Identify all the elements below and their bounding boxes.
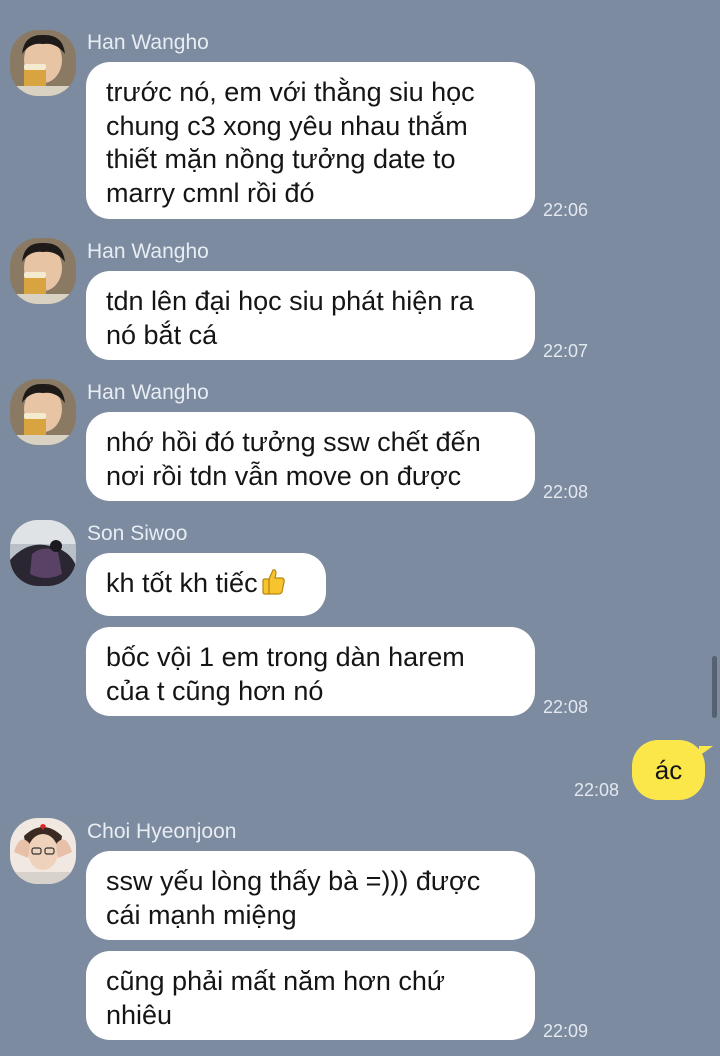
sender-name: Han Wangho: [87, 381, 209, 404]
message-text-line: bốc vội 1 em trong dàn harem: [106, 642, 465, 672]
scrollbar[interactable]: [712, 656, 717, 718]
message-timestamp: 22:09: [543, 1021, 589, 1041]
sender-name: Son Siwoo: [87, 522, 188, 545]
message-text-line: kh tốt kh tiếc: [106, 567, 306, 601]
sender-name: Choi Hyeonjoon: [87, 820, 237, 843]
avatar-choi-hyeonjoon[interactable]: [10, 818, 76, 884]
message-timestamp: 22:08: [543, 697, 589, 717]
message-timestamp: 22:08: [543, 482, 589, 502]
avatar-han-wangho[interactable]: [10, 238, 76, 304]
avatar-han-wangho[interactable]: [10, 379, 76, 445]
message-bubble[interactable]: cũng phải mất năm hơn chứ nhiêu: [86, 951, 535, 1040]
sender-name: Han Wangho: [87, 240, 209, 263]
thumbs-up-icon: [261, 569, 285, 595]
message-bubble[interactable]: trước nó, em với thằng siu học chung c3 …: [86, 62, 535, 219]
avatar-photo-icon: [10, 379, 76, 445]
message-text: kh tốt kh tiếc: [106, 568, 258, 598]
message-text-line: marry cmnl rồi đó: [106, 177, 315, 208]
message-text-line: chung c3 xong yêu nhau thắm: [106, 110, 468, 141]
message-text-line: nó bắt cá: [106, 319, 218, 350]
message-bubble[interactable]: bốc vội 1 em trong dàn harem của t cũng …: [86, 627, 535, 716]
message-bubble[interactable]: ssw yếu lòng thấy bà =))) được cái mạnh …: [86, 851, 535, 940]
message-text-line: cái mạnh miệng: [106, 899, 297, 930]
message-text-line: cũng phải mất năm hơn chứ: [106, 966, 445, 996]
avatar-han-wangho[interactable]: [10, 30, 76, 96]
message-text-line: của t cũng hơn nó: [106, 675, 324, 706]
avatar-photo-icon: [10, 238, 76, 304]
avatar-photo-icon: [10, 520, 76, 586]
message-text-line: trước nó, em với thằng siu học: [106, 77, 475, 107]
avatar-photo-icon: [10, 30, 76, 96]
message-timestamp: 22:08: [574, 780, 620, 800]
message-text-line: nhớ hồi đó tưởng ssw chết đến: [106, 427, 481, 457]
message-timestamp: 22:07: [543, 341, 589, 361]
avatar-photo-icon: [10, 818, 76, 884]
message-timestamp: 22:06: [543, 200, 589, 220]
outgoing-message-bubble[interactable]: ác: [632, 740, 713, 800]
message-bubble[interactable]: nhớ hồi đó tưởng ssw chết đến nơi rồi td…: [86, 412, 535, 501]
message-text: ác: [654, 755, 683, 785]
sender-name: Han Wangho: [87, 31, 209, 54]
message-bubble[interactable]: kh tốt kh tiếc: [86, 553, 326, 616]
avatar-son-siwoo[interactable]: [10, 520, 76, 586]
message-text-line: ssw yếu lòng thấy bà =))) được: [106, 866, 481, 896]
message-bubble[interactable]: tdn lên đại học siu phát hiện ra nó bắt …: [86, 271, 535, 360]
message-text-line: nhiêu: [106, 999, 173, 1030]
message-text-line: nơi rồi tdn vẫn move on được: [106, 460, 462, 491]
message-text-line: thiết mặn nồng tưởng date to: [106, 144, 456, 174]
message-text-line: tdn lên đại học siu phát hiện ra: [106, 286, 474, 316]
